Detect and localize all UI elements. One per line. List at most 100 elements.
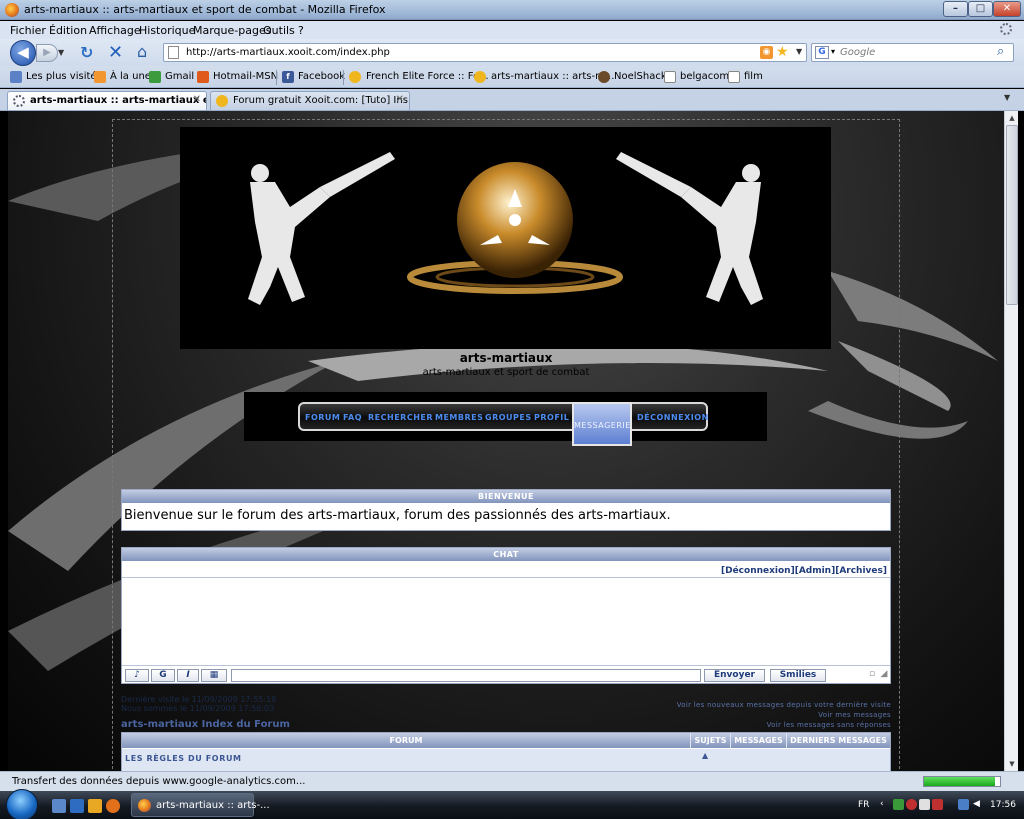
tray-app-icon[interactable]: [893, 799, 904, 810]
tab-arts-martiaux[interactable]: arts-martiaux :: arts-martiaux et s... ✕: [7, 91, 207, 110]
google-engine-icon[interactable]: G: [815, 46, 829, 59]
home-button[interactable]: ⌂: [137, 42, 155, 61]
progress-bar: [923, 776, 1001, 787]
menu-outils[interactable]: Outils: [263, 24, 295, 37]
xooit-icon: [349, 71, 361, 83]
menu-historique[interactable]: Historique: [139, 24, 195, 37]
menu-bar: Fichier Édition Affichage Historique Mar…: [0, 21, 1024, 39]
minimize-button[interactable]: –: [943, 1, 968, 17]
nav-membres[interactable]: MEMBRES: [435, 413, 483, 422]
bookmark-noelshack[interactable]: NoelShack: [614, 71, 667, 82]
chat-header: CHAT: [122, 548, 890, 561]
search-icon[interactable]: ⌕: [997, 44, 1004, 59]
start-button[interactable]: [6, 789, 38, 819]
tab-xooit-tuto[interactable]: Forum gratuit Xooit.com: [Tuto] Ins... ✕: [210, 91, 410, 110]
tray-error-icon[interactable]: [906, 799, 917, 810]
tab-close-icon[interactable]: ✕: [193, 94, 201, 105]
bookmark-les-plus-visites[interactable]: Les plus visités: [26, 71, 102, 82]
chat-color-icon[interactable]: ▦: [201, 669, 227, 682]
history-dropdown-icon[interactable]: ▼: [58, 48, 68, 58]
chat-smilies-button[interactable]: Smilies: [770, 669, 826, 682]
nav-rechercher[interactable]: RECHERCHER: [368, 413, 433, 422]
tray-expand-icon[interactable]: ‹: [880, 799, 891, 810]
chat-sound-icon[interactable]: ♪: [125, 669, 149, 682]
language-indicator[interactable]: FR: [858, 800, 869, 810]
tray-device-icon[interactable]: [919, 799, 930, 810]
media-player-icon[interactable]: [88, 799, 102, 813]
bookmark-hotmail[interactable]: Hotmail-MSN: [213, 71, 278, 82]
forum-table: FORUM SUJETS MESSAGES DERNIERS MESSAGES …: [121, 732, 891, 771]
url-bar[interactable]: http://arts-martiaux.xooit.com/index.php…: [163, 43, 807, 62]
engine-dropdown-icon[interactable]: ▾: [831, 47, 835, 56]
menu-edition[interactable]: Édition: [49, 24, 87, 37]
volume-icon[interactable]: ◀: [973, 799, 984, 810]
menu-help[interactable]: ?: [298, 24, 304, 37]
vertical-scrollbar[interactable]: ▲ ▼: [1004, 111, 1018, 771]
chat-messages-area: [122, 577, 890, 666]
forward-button[interactable]: ▶: [36, 44, 58, 62]
new-messages-link[interactable]: Voir les nouveaux messages depuis votre …: [588, 700, 891, 710]
bookmark-a-la-une[interactable]: À la une: [110, 71, 151, 82]
nav-forum[interactable]: FORUM: [305, 413, 340, 422]
unanswered-link[interactable]: Voir les messages sans réponses: [588, 720, 891, 730]
forum-index-title[interactable]: arts-martiaux Index du Forum: [121, 719, 290, 730]
rss-feed-icon[interactable]: ◉: [760, 46, 773, 59]
nav-menu-bar: FORUM FAQ RECHERCHER MEMBRES GROUPES PRO…: [298, 402, 709, 446]
chat-panel: CHAT [Déconnexion][Admin][Archives] ♪ G …: [121, 547, 891, 684]
chat-message-input[interactable]: [231, 669, 701, 682]
switch-windows-icon[interactable]: [70, 799, 84, 813]
site-title: arts-martiaux: [459, 351, 553, 365]
bookmark-gmail[interactable]: Gmail: [165, 71, 194, 82]
page-icon: [664, 71, 676, 83]
bookmark-french-elite-force[interactable]: French Elite Force :: Fo...: [366, 71, 489, 82]
show-desktop-icon[interactable]: [52, 799, 66, 813]
url-dropdown-icon[interactable]: ▼: [796, 47, 802, 56]
bookmark-film[interactable]: film: [744, 71, 763, 82]
karate-fighter-left-icon: [248, 152, 395, 305]
url-text[interactable]: http://arts-martiaux.xooit.com/index.php: [186, 47, 390, 58]
bookmark-facebook[interactable]: Facebook: [298, 71, 345, 82]
taskbar-window-button[interactable]: arts-martiaux :: arts-...: [131, 793, 270, 817]
windows-taskbar: arts-martiaux :: arts-... FR ‹ ◀ 17:56: [0, 789, 1024, 819]
clock[interactable]: 17:56: [990, 800, 1016, 810]
nav-deconnexion[interactable]: DÉCONNEXION: [637, 413, 709, 422]
close-button[interactable]: ✕: [993, 1, 1021, 17]
current-date-text: Nous sommes le 11/09/2009 17:56:03: [121, 704, 275, 713]
chat-italic-button[interactable]: I: [177, 669, 199, 682]
chat-bold-button[interactable]: G: [151, 669, 175, 682]
nav-profil[interactable]: PROFIL: [534, 413, 569, 422]
menu-marque-pages[interactable]: Marque-pages: [193, 24, 271, 37]
chat-send-button[interactable]: Envoyer: [704, 669, 765, 682]
tab-list-dropdown-icon[interactable]: ▼: [1004, 93, 1010, 102]
search-placeholder[interactable]: Google: [840, 47, 875, 58]
search-bar[interactable]: G ▾ Google ⌕: [811, 43, 1014, 62]
scrollbar-thumb[interactable]: [1006, 125, 1018, 305]
back-button[interactable]: ◀: [10, 40, 36, 66]
page-viewport: arts-martiaux arts-martiaux et sport de …: [8, 111, 1004, 771]
banner-artwork: [248, 152, 763, 305]
menu-fichier[interactable]: Fichier: [10, 24, 46, 37]
nav-groupes[interactable]: GROUPES: [485, 413, 532, 422]
chat-popout-icon[interactable]: ▫: [867, 669, 877, 682]
resize-grip-icon[interactable]: ◢: [879, 669, 889, 682]
firefox-quicklaunch-icon[interactable]: [106, 799, 120, 813]
bookmark-arts-martiaux[interactable]: arts-martiaux :: arts-m...: [491, 71, 614, 82]
bookmark-star-icon[interactable]: ★: [776, 44, 789, 60]
status-text: Transfert des données depuis www.google-…: [12, 776, 306, 787]
scroll-up-icon[interactable]: ▲: [1006, 112, 1018, 124]
chat-links[interactable]: [Déconnexion][Admin][Archives]: [721, 566, 887, 576]
maximize-button[interactable]: □: [968, 1, 993, 17]
network-icon[interactable]: [958, 799, 969, 810]
scroll-down-icon[interactable]: ▼: [1006, 758, 1018, 770]
tray-alert-icon[interactable]: [932, 799, 943, 810]
reload-button[interactable]: ↻: [80, 43, 96, 62]
nav-faq[interactable]: FAQ: [343, 413, 362, 422]
my-messages-link[interactable]: Voir mes messages: [588, 710, 891, 720]
tab-close-icon[interactable]: ✕: [396, 94, 404, 105]
nav-messagerie[interactable]: MESSAGERIE: [572, 402, 632, 446]
stop-button[interactable]: ✕: [108, 42, 124, 63]
bookmark-belgacom[interactable]: belgacom: [680, 71, 729, 82]
visit-stats: Dernière visite le 11/09/2009 17:55:18 N…: [121, 695, 421, 713]
category-title[interactable]: LES RÈGLES DU FORUM: [125, 754, 242, 763]
menu-affichage[interactable]: Affichage: [89, 24, 141, 37]
